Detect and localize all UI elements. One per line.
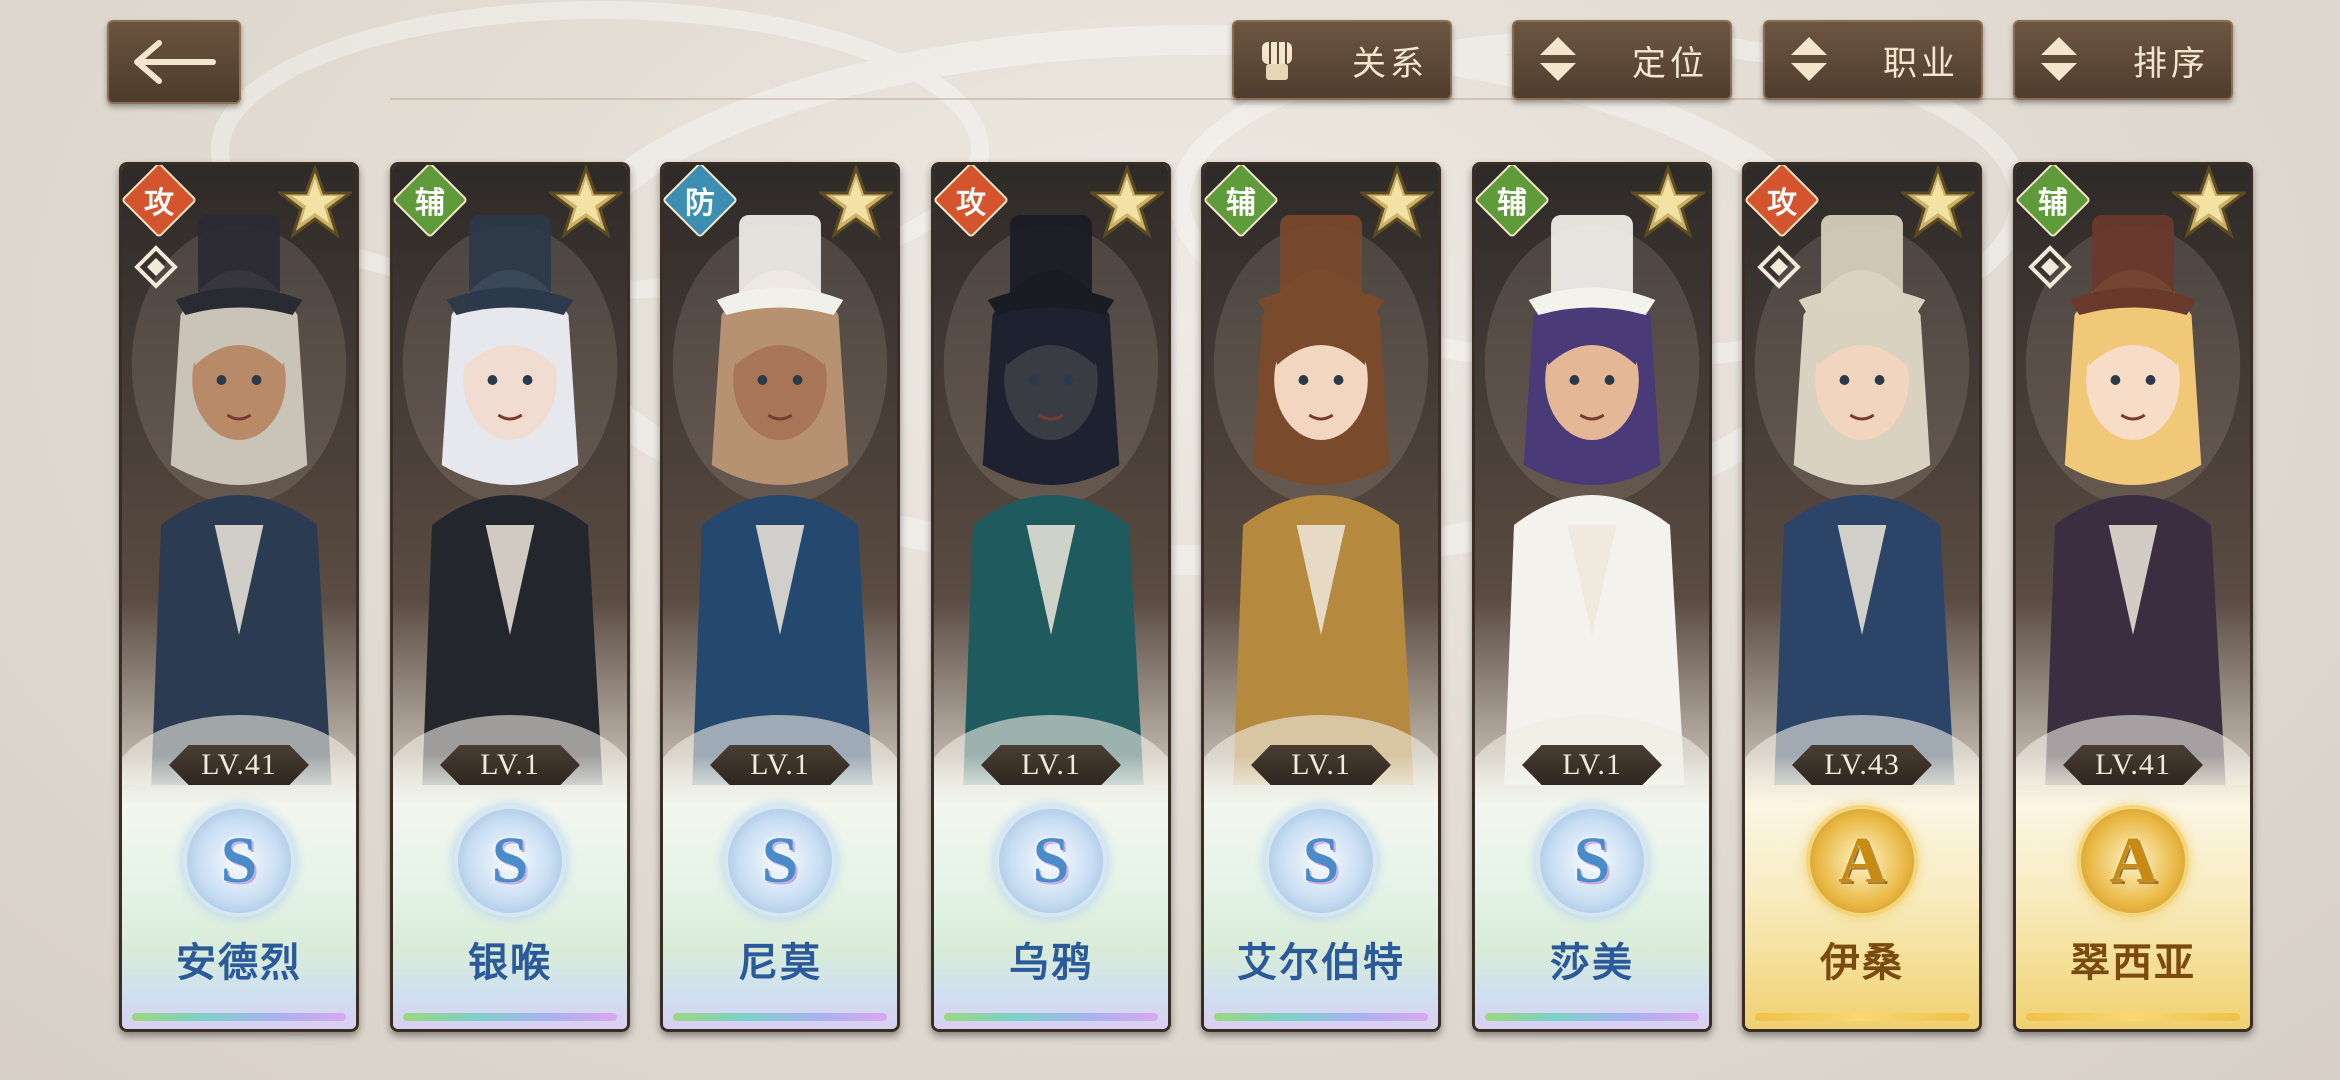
character-card[interactable]: 防 LV.1 S 尼莫 [660,162,900,1032]
card-bottom-bar [1214,1013,1428,1021]
back-arrow-icon [134,40,216,84]
rank-medal: A [1806,805,1918,917]
character-name: 乌鸦 [1009,939,1093,986]
rank-medal: A [2077,805,2189,917]
sort-label: 排序 [2133,43,2209,84]
card-bottom-bar [1485,1013,1699,1021]
star-icon [1360,165,1434,239]
character-portrait [663,165,897,785]
character-card[interactable]: 辅 LV.41 A 翠西亚 [2013,162,2253,1032]
star-icon [2172,165,2246,239]
level-badge: LV.1 [710,745,850,785]
rank-medal: S [183,805,295,917]
star-icon [1901,165,1975,239]
class-filter-button[interactable]: 职业 [1763,20,1983,100]
character-card[interactable]: 辅 LV.1 S 艾尔伯特 [1201,162,1441,1032]
star-icon [278,165,352,239]
card-bottom-bar [673,1013,887,1021]
character-name: 翠西亚 [2070,939,2196,986]
character-card[interactable]: 辅 LV.1 S 银喉 [390,162,630,1032]
role-label: 攻 [1767,186,1797,221]
character-name: 伊桑 [1820,939,1904,986]
up-down-triangle-icon [1528,30,1588,90]
star-icon [1631,165,1705,239]
diamond-relic-icon [2028,245,2072,289]
relation-button[interactable]: 关系 [1232,20,1452,100]
diamond-relic-icon [1757,245,1801,289]
rank-medal: S [995,805,1107,917]
character-card[interactable]: 攻 LV.43 A 伊桑 [1742,162,1982,1032]
character-card[interactable]: 攻 LV.1 S 乌鸦 [931,162,1171,1032]
character-portrait [934,165,1168,785]
back-button[interactable] [107,20,241,104]
star-icon [1090,165,1164,239]
role-label: 防 [685,186,715,221]
character-portrait [1204,165,1438,785]
star-icon [549,165,623,239]
level-badge: LV.41 [169,745,309,785]
level-badge: LV.43 [1792,745,1932,785]
character-name: 银喉 [468,939,552,986]
rank-medal: S [724,805,836,917]
position-filter-button[interactable]: 定位 [1512,20,1732,100]
level-badge: LV.1 [1522,745,1662,785]
position-label: 定位 [1632,43,1708,84]
character-name: 莎美 [1550,939,1634,986]
level-badge: LV.41 [2063,745,2203,785]
role-label: 辅 [415,186,445,221]
card-bottom-bar [2026,1013,2240,1021]
character-portrait [1475,165,1709,785]
character-name: 艾尔伯特 [1237,939,1405,986]
card-bottom-bar [403,1013,617,1021]
sort-button[interactable]: 排序 [2013,20,2233,100]
level-badge: LV.1 [1251,745,1391,785]
diamond-relic-icon [134,245,178,289]
card-bottom-bar [1755,1013,1969,1021]
card-bottom-bar [132,1013,346,1021]
role-label: 辅 [2038,186,2068,221]
rank-medal: S [454,805,566,917]
character-card[interactable]: 辅 LV.1 S 莎美 [1472,162,1712,1032]
character-card[interactable]: 攻 LV.41 S 安德烈 [119,162,359,1032]
level-badge: LV.1 [440,745,580,785]
character-name: 安德烈 [176,939,302,986]
role-label: 攻 [956,186,986,221]
up-down-triangle-icon [1779,30,1839,90]
fist-icon [1248,30,1308,90]
star-icon [819,165,893,239]
character-portrait [393,165,627,785]
card-bottom-bar [944,1013,1158,1021]
up-down-triangle-icon [2029,30,2089,90]
role-label: 辅 [1226,186,1256,221]
rank-medal: S [1536,805,1648,917]
level-badge: LV.1 [981,745,1121,785]
role-label: 辅 [1497,186,1527,221]
role-label: 攻 [144,186,174,221]
character-name: 尼莫 [738,939,822,986]
rank-medal: S [1265,805,1377,917]
relation-label: 关系 [1352,43,1428,84]
class-label: 职业 [1883,43,1959,84]
